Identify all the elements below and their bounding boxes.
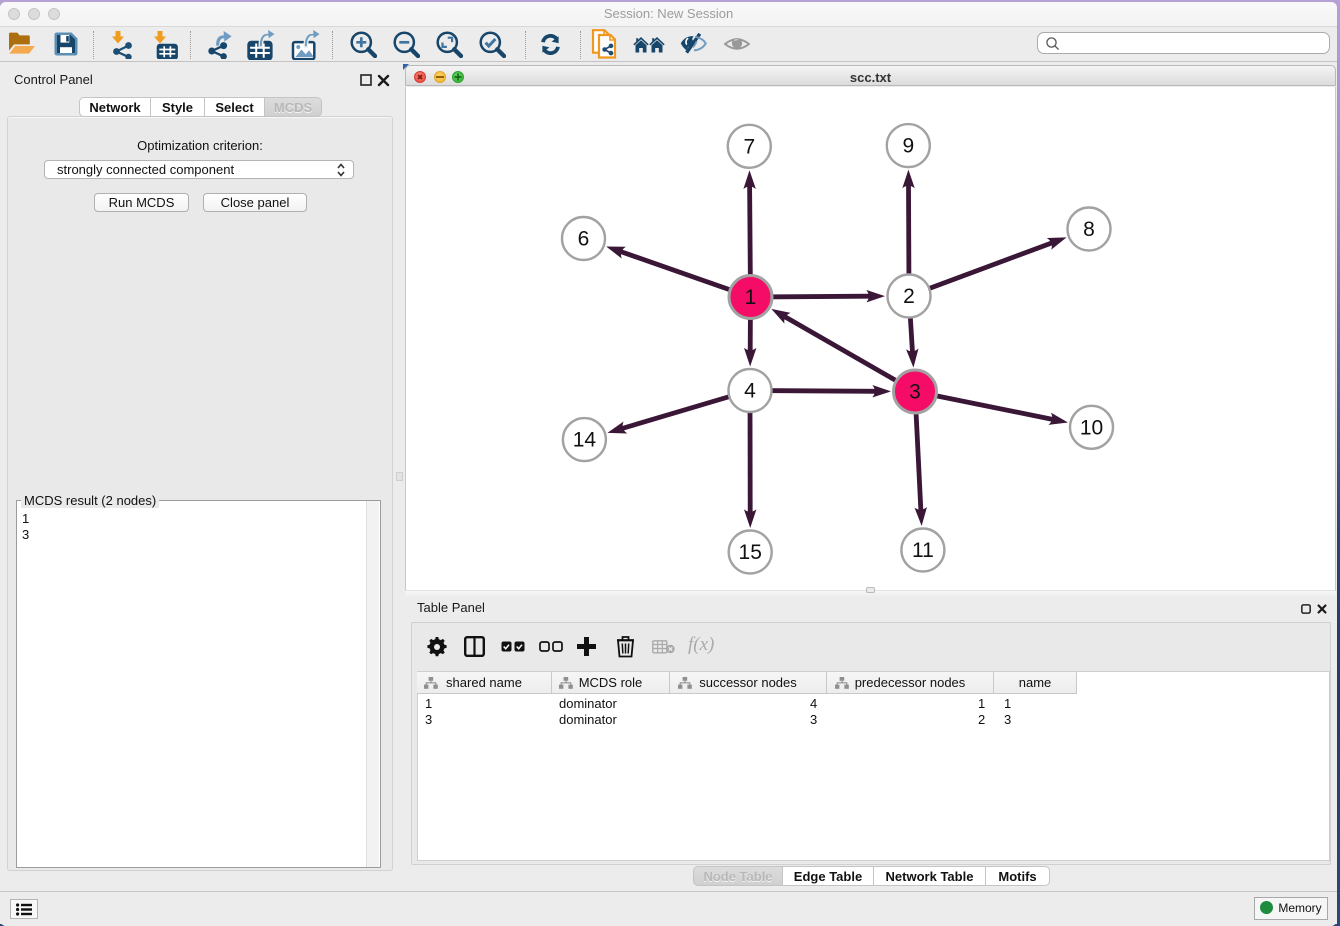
svg-text:2: 2	[903, 285, 915, 308]
svg-text:6: 6	[578, 228, 590, 251]
svg-text:15: 15	[739, 541, 762, 564]
svg-text:9: 9	[902, 135, 914, 158]
svg-text:10: 10	[1080, 416, 1103, 439]
svg-text:3: 3	[909, 381, 921, 404]
svg-text:7: 7	[743, 135, 755, 158]
svg-text:14: 14	[573, 429, 597, 452]
svg-text:11: 11	[912, 539, 934, 562]
svg-text:4: 4	[744, 380, 756, 403]
svg-text:8: 8	[1083, 218, 1095, 241]
svg-text:1: 1	[745, 286, 757, 309]
